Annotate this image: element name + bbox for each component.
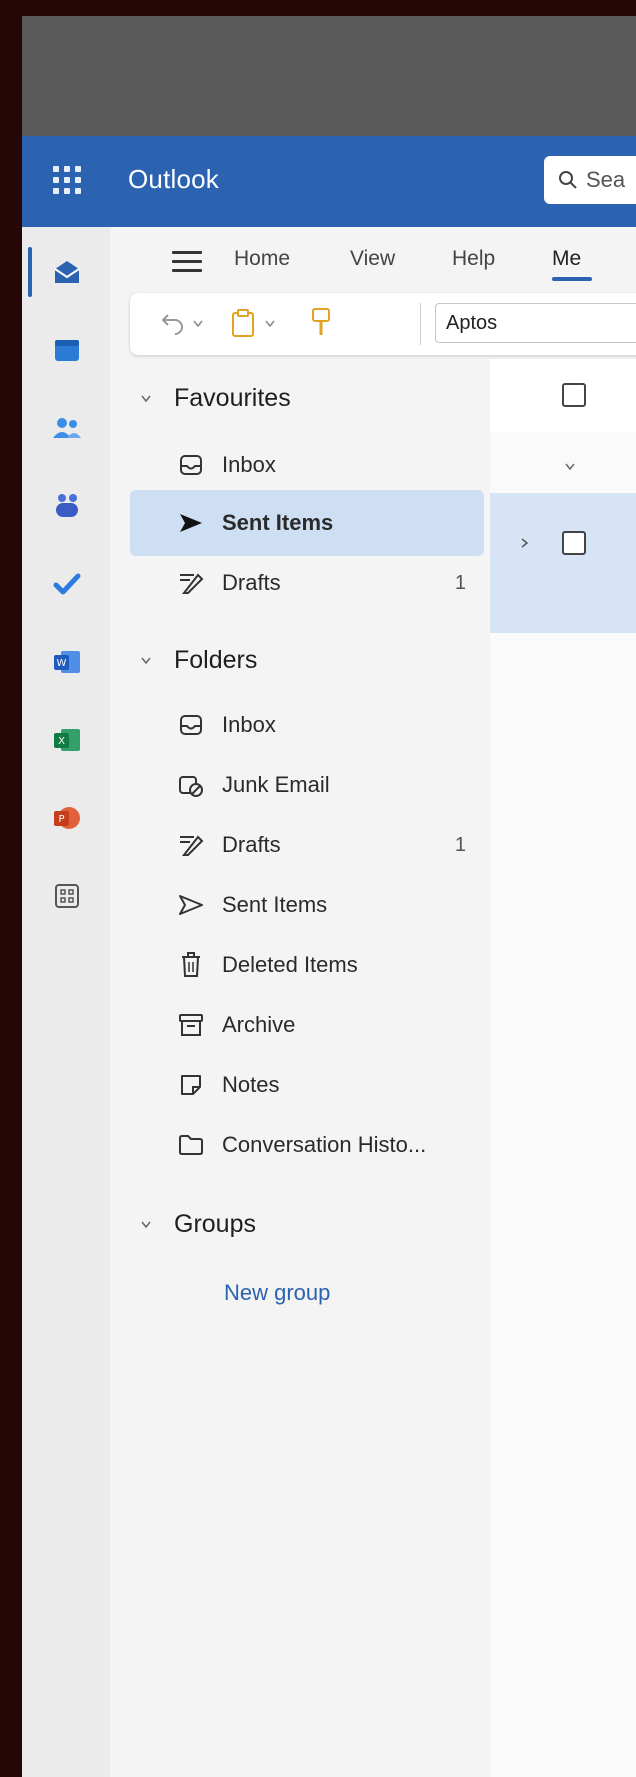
- folder-item-label: Inbox: [222, 712, 276, 737]
- message-list: [490, 359, 636, 1777]
- format-painter-icon[interactable]: [310, 307, 332, 339]
- folder-item-junk-email[interactable]: Junk Email: [130, 752, 484, 818]
- junk-icon: [176, 770, 206, 800]
- drafts-icon: [176, 568, 206, 598]
- paste-icon[interactable]: [230, 308, 256, 338]
- unread-count: 1: [454, 571, 466, 594]
- todo-app-icon[interactable]: [50, 567, 84, 601]
- new-group-link[interactable]: New group: [224, 1280, 330, 1306]
- folder-item-archive[interactable]: Archive: [130, 992, 484, 1058]
- send-icon: [176, 508, 206, 538]
- app-title: Outlook: [128, 164, 220, 194]
- chevron-right-icon[interactable]: [520, 537, 530, 549]
- chevron-down-icon: [141, 1221, 151, 1228]
- outlook-window: Outlook Sea W X P Home View Help Me Apto…: [22, 16, 636, 1777]
- groups-label: Groups: [174, 1210, 256, 1238]
- powerpoint-app-icon[interactable]: P: [50, 801, 84, 835]
- folder-item-label: Sent Items: [222, 892, 328, 917]
- notes-icon: [176, 1070, 206, 1100]
- folder-icon: [176, 1130, 206, 1160]
- folder-item-sent-items[interactable]: Sent Items: [130, 872, 484, 938]
- tab-message[interactable]: Me: [552, 247, 593, 281]
- inbox-icon: [176, 710, 206, 740]
- title-bar: [22, 16, 636, 136]
- ribbon-tabs: Home View Help Me: [110, 227, 636, 291]
- app-rail: W X P: [22, 227, 110, 1777]
- favourites-item-drafts[interactable]: Drafts 1: [130, 550, 484, 616]
- folder-item-label: Notes: [222, 1072, 280, 1097]
- word-app-icon[interactable]: W: [50, 645, 84, 679]
- favourites-header[interactable]: Favourites: [140, 384, 291, 413]
- svg-text:W: W: [57, 658, 67, 669]
- svg-text:X: X: [58, 736, 65, 747]
- search-icon: [559, 171, 577, 189]
- toolbar-divider: [420, 303, 421, 345]
- rail-selection-indicator: [28, 247, 32, 297]
- folder-item-label: Archive: [222, 1012, 296, 1037]
- excel-app-icon[interactable]: X: [50, 723, 84, 757]
- people-app-icon[interactable]: [50, 411, 84, 445]
- favourites-item-label: Drafts: [222, 570, 281, 595]
- selected-message-row[interactable]: [490, 493, 636, 633]
- archive-icon: [176, 1010, 206, 1040]
- favourites-item-inbox[interactable]: Inbox: [130, 432, 484, 498]
- message-list-header: [490, 359, 636, 432]
- favourites-item-sent-items[interactable]: Sent Items: [130, 490, 484, 556]
- chevron-down-icon: [141, 395, 151, 402]
- search-box[interactable]: Sea: [544, 156, 636, 204]
- app-header: Outlook Sea: [22, 136, 636, 227]
- font-name-value: Aptos: [446, 311, 498, 334]
- group-chevron-down-icon[interactable]: [564, 462, 576, 472]
- folder-item-drafts[interactable]: Drafts 1: [130, 812, 484, 878]
- folder-item-label: Conversation Histo...: [222, 1132, 427, 1157]
- folder-item-deleted-items[interactable]: Deleted Items: [130, 932, 484, 998]
- inbox-icon: [176, 450, 206, 480]
- favourites-label: Favourites: [174, 384, 291, 412]
- calendar-app-icon[interactable]: [50, 333, 84, 367]
- folder-item-label: Drafts: [222, 832, 281, 857]
- folder-item-conversation-history[interactable]: Conversation Histo...: [130, 1112, 484, 1178]
- search-placeholder: Sea: [586, 167, 626, 192]
- drafts-icon: [176, 830, 206, 860]
- hamburger-menu-icon[interactable]: [172, 251, 202, 275]
- folder-item-notes[interactable]: Notes: [130, 1052, 484, 1118]
- tab-help[interactable]: Help: [452, 247, 495, 271]
- send-icon: [176, 890, 206, 920]
- teams-app-icon[interactable]: [50, 489, 84, 523]
- folder-item-label: Junk Email: [222, 772, 330, 797]
- trash-icon: [176, 950, 206, 980]
- tab-view[interactable]: View: [350, 247, 395, 271]
- folder-item-inbox[interactable]: Inbox: [130, 692, 484, 758]
- folder-item-label: Deleted Items: [222, 952, 358, 977]
- font-name-select[interactable]: Aptos: [435, 303, 636, 343]
- groups-header[interactable]: Groups: [140, 1210, 256, 1239]
- undo-icon[interactable]: [160, 311, 186, 335]
- message-checkbox[interactable]: [562, 531, 586, 555]
- undo-chevron-down-icon[interactable]: [192, 319, 204, 329]
- select-all-checkbox[interactable]: [562, 383, 586, 407]
- chevron-down-icon: [141, 657, 151, 664]
- tab-home[interactable]: Home: [234, 247, 290, 271]
- ribbon-toolbar: Aptos: [130, 293, 636, 355]
- paste-chevron-down-icon[interactable]: [264, 319, 276, 329]
- mail-app-icon[interactable]: [50, 255, 84, 289]
- folders-label: Folders: [174, 646, 258, 674]
- more-apps-icon[interactable]: [50, 879, 84, 913]
- folders-header[interactable]: Folders: [140, 646, 257, 675]
- favourites-item-label: Inbox: [222, 452, 276, 477]
- svg-text:P: P: [58, 814, 64, 825]
- favourites-item-label: Sent Items: [222, 510, 334, 535]
- unread-count: 1: [454, 833, 466, 856]
- app-launcher-icon[interactable]: [49, 162, 85, 198]
